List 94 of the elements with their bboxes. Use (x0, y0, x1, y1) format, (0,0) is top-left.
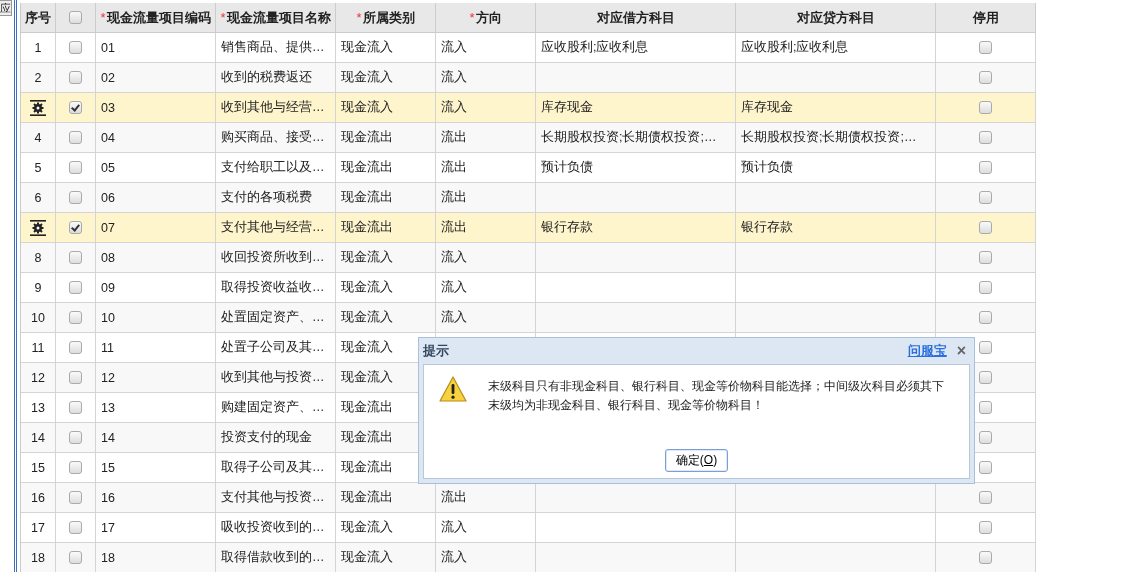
table-cell: 流入 (441, 69, 467, 86)
table-cell: 流出 (441, 159, 467, 176)
table-cell: 应收股利;应收利息 (541, 39, 649, 56)
table-cell: 支付其他与经营… (221, 219, 325, 236)
table-cell: 应收股利;应收利息 (741, 39, 849, 56)
row-number: 9 (34, 280, 42, 295)
table-cell: 现金流出 (341, 429, 393, 446)
row-number: 4 (34, 130, 42, 145)
table-cell: 现金流入 (341, 339, 393, 356)
table-cell: 现金流入 (341, 549, 393, 566)
table-cell: 支付其他与投资… (221, 489, 325, 506)
table-cell: 现金流出 (341, 489, 393, 506)
table-cell: 处置子公司及其… (221, 339, 325, 356)
table-cell: 支付给职工以及… (221, 159, 325, 176)
table-cell: 10 (101, 310, 115, 325)
table-cell: 取得投资收益收… (221, 279, 325, 296)
table-cell: 流入 (441, 519, 467, 536)
table-cell: 现金流出 (341, 459, 393, 476)
table-cell: 06 (101, 190, 115, 205)
table-cell: 流入 (441, 549, 467, 566)
table-cell: 流出 (441, 189, 467, 206)
table-cell: 08 (101, 250, 115, 265)
table-cell: 09 (101, 280, 115, 295)
table-cell: 现金流入 (341, 99, 393, 116)
table-cell: 现金流入 (341, 309, 393, 326)
dialog-title: 提示 (423, 342, 450, 360)
row-number: 10 (31, 310, 45, 325)
row-number: 6 (34, 190, 42, 205)
table-cell: 投资支付的现金 (221, 429, 312, 446)
table-cell: 现金流出 (341, 219, 393, 236)
table-cell: 收到其他与投资… (221, 369, 325, 386)
table-cell: 现金流入 (341, 69, 393, 86)
table-cell: 现金流入 (341, 519, 393, 536)
table-cell: 预计负债 (541, 159, 593, 176)
table-cell: 流出 (441, 489, 467, 506)
table-cell: 收回投资所收到… (221, 249, 325, 266)
row-number: 14 (31, 430, 45, 445)
table-cell: 18 (101, 550, 115, 565)
table-cell: 购建固定资产、… (221, 399, 325, 416)
table-cell: 现金流出 (341, 399, 393, 416)
table-cell: 04 (101, 130, 115, 145)
row-number: 5 (34, 160, 42, 175)
table-cell: 01 (101, 40, 115, 55)
table-cell: 长期股权投资;长期债权投资;… (541, 129, 717, 146)
table-cell: 07 (101, 220, 115, 235)
row-number: 13 (31, 400, 45, 415)
table-cell: 现金流入 (341, 369, 393, 386)
table-cell: 现金流入 (341, 279, 393, 296)
table-cell: 库存现金 (741, 99, 793, 116)
table-cell: 05 (101, 160, 115, 175)
table-cell: 现金流出 (341, 129, 393, 146)
table-cell: 流入 (441, 99, 467, 116)
row-number: 12 (31, 370, 45, 385)
table-cell: 取得借款收到的… (221, 549, 325, 566)
table-cell: 流入 (441, 309, 467, 326)
table-cell: 现金流出 (341, 159, 393, 176)
table-cell: 流出 (441, 219, 467, 236)
table-cell: 流入 (441, 39, 467, 56)
table-cell: 03 (101, 100, 115, 115)
row-number: 18 (31, 550, 45, 565)
table-cell: 流入 (441, 249, 467, 266)
table-cell: 支付的各项税费 (221, 189, 312, 206)
table-cell: 库存现金 (541, 99, 593, 116)
table-cell: 流出 (441, 129, 467, 146)
table-cell: 吸收投资收到的… (221, 519, 325, 536)
table-cell: 02 (101, 70, 115, 85)
table-cell: 现金流入 (341, 249, 393, 266)
table-cell: 预计负债 (741, 159, 793, 176)
table-cell: 销售商品、提供… (221, 39, 325, 56)
table-cell: 处置固定资产、… (221, 309, 325, 326)
row-number: 17 (31, 520, 45, 535)
row-number: 2 (34, 70, 42, 85)
table-cell: 收到的税费返还 (221, 69, 312, 86)
row-number: 1 (34, 40, 42, 55)
table-cell: 银行存款 (741, 219, 793, 236)
table-cell: 现金流入 (341, 39, 393, 56)
table-cell: 购买商品、接受… (221, 129, 325, 146)
table-cell: 16 (101, 490, 115, 505)
table-cell: 14 (101, 430, 115, 445)
table-cell: 17 (101, 520, 115, 535)
table-cell: 15 (101, 460, 115, 475)
table-cell: 长期股权投资;长期债权投资;… (741, 129, 917, 146)
table-cell: 收到其他与经营… (221, 99, 325, 116)
table-cell: 11 (101, 340, 114, 355)
table-cell: 流入 (441, 279, 467, 296)
row-number: 8 (34, 250, 42, 265)
table-cell: 取得子公司及其… (221, 459, 325, 476)
row-number: 15 (31, 460, 45, 475)
row-number: 11 (31, 340, 45, 355)
table-cell: 银行存款 (541, 219, 593, 236)
row-number: 16 (31, 490, 45, 505)
table-cell: 现金流出 (341, 189, 393, 206)
table-cell: 13 (101, 400, 115, 415)
table-cell: 12 (101, 370, 115, 385)
